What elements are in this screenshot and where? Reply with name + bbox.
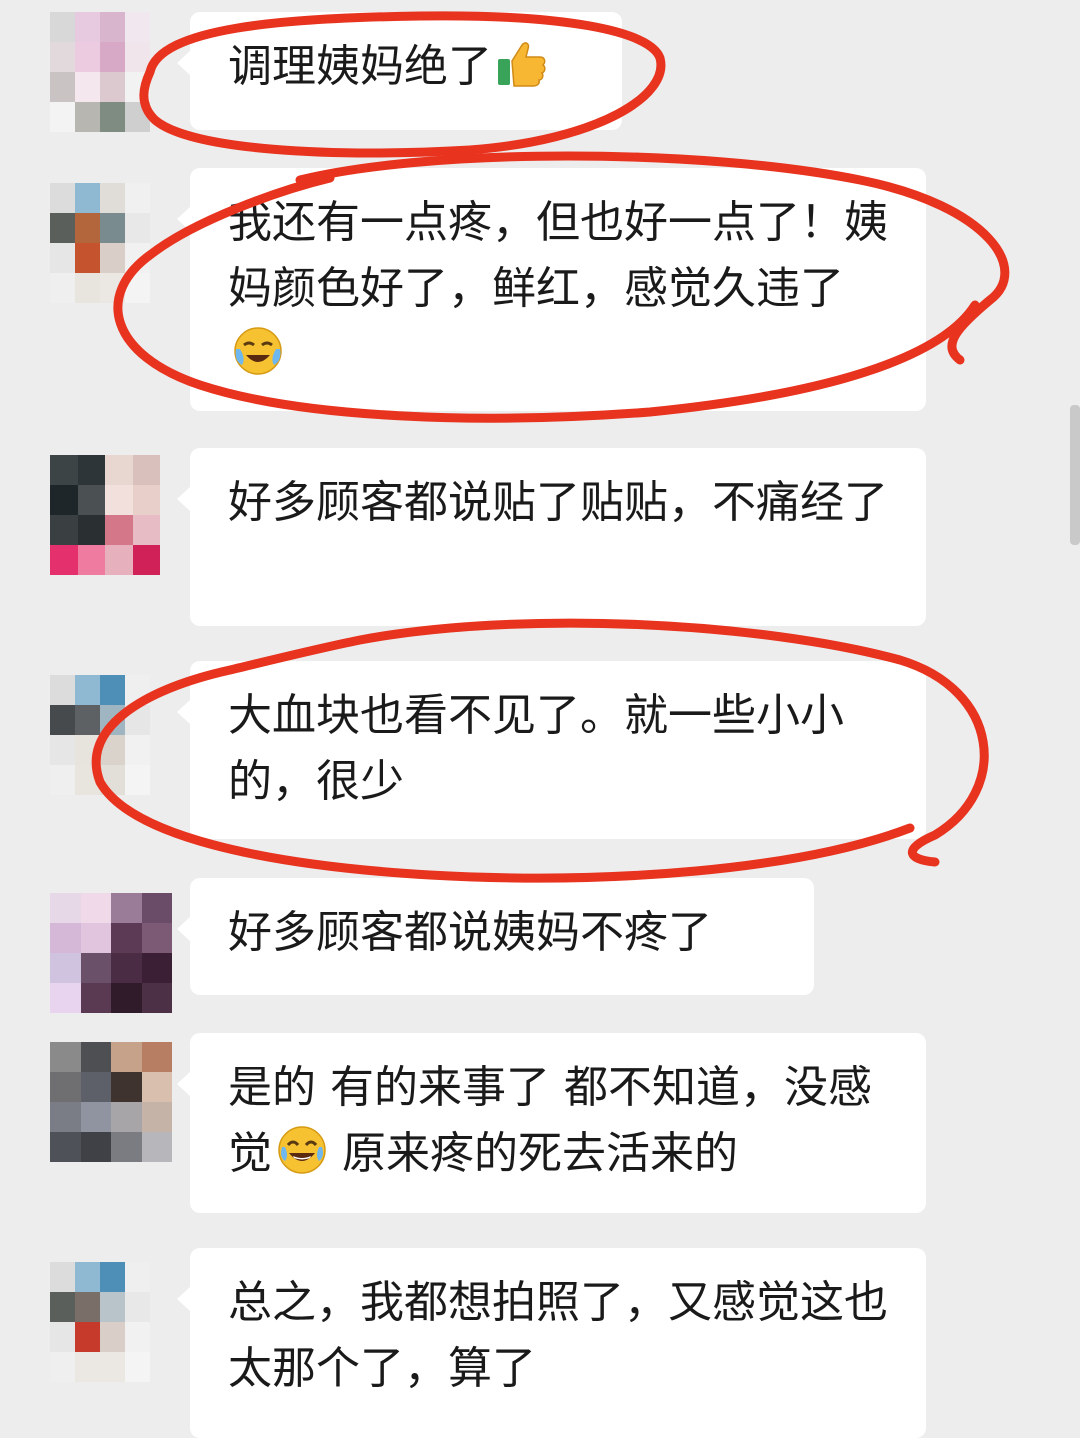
message-text: 好多顾客都说贴了贴贴，不痛经了: [228, 477, 888, 528]
message-bubble[interactable]: 好多顾客都说贴了贴贴，不痛经了: [177, 448, 926, 626]
avatar[interactable]: [50, 12, 150, 132]
avatar[interactable]: [50, 1042, 172, 1162]
tears-of-joy-icon: [278, 1126, 326, 1174]
message-bubble[interactable]: 总之，我都想拍照了，又感觉这也太那个了，算了: [177, 1248, 926, 1438]
message-bubble[interactable]: 大血块也看不见了。就一些小小的，很少: [177, 661, 926, 839]
thumbs-up-icon: [498, 42, 546, 87]
chat-history[interactable]: 调理姨妈绝了 我还有一点疼，但也好一点了！姨妈颜色好了，鲜红，感觉久违了 好多顾…: [0, 0, 1080, 1438]
avatar[interactable]: [50, 183, 150, 303]
avatar[interactable]: [50, 675, 150, 795]
message-text: 总之，我都想拍照了，又感觉这也太那个了，算了: [228, 1277, 888, 1394]
message-bubble[interactable]: 调理姨妈绝了: [177, 12, 622, 130]
scrollbar[interactable]: [1070, 405, 1080, 545]
message-bubble[interactable]: 是的 有的来事了 都不知道，没感觉 原来疼的死去活来的: [177, 1033, 926, 1213]
message-text: 调理姨妈绝了: [228, 41, 492, 92]
message-bubble[interactable]: 好多顾客都说姨妈不疼了: [177, 878, 814, 995]
message-text: 我还有一点疼，但也好一点了！姨妈颜色好了，鲜红，感觉久违了: [228, 197, 888, 314]
avatar[interactable]: [50, 893, 172, 1013]
message-text: 好多顾客都说姨妈不疼了: [228, 907, 712, 958]
avatar[interactable]: [50, 455, 160, 575]
crying-laughing-icon: [234, 327, 282, 375]
message-text: 大血块也看不见了。就一些小小的，很少: [228, 690, 844, 807]
avatar[interactable]: [50, 1262, 150, 1382]
message-bubble[interactable]: 我还有一点疼，但也好一点了！姨妈颜色好了，鲜红，感觉久违了: [177, 168, 926, 411]
message-text: 原来疼的死去活来的: [328, 1128, 738, 1179]
